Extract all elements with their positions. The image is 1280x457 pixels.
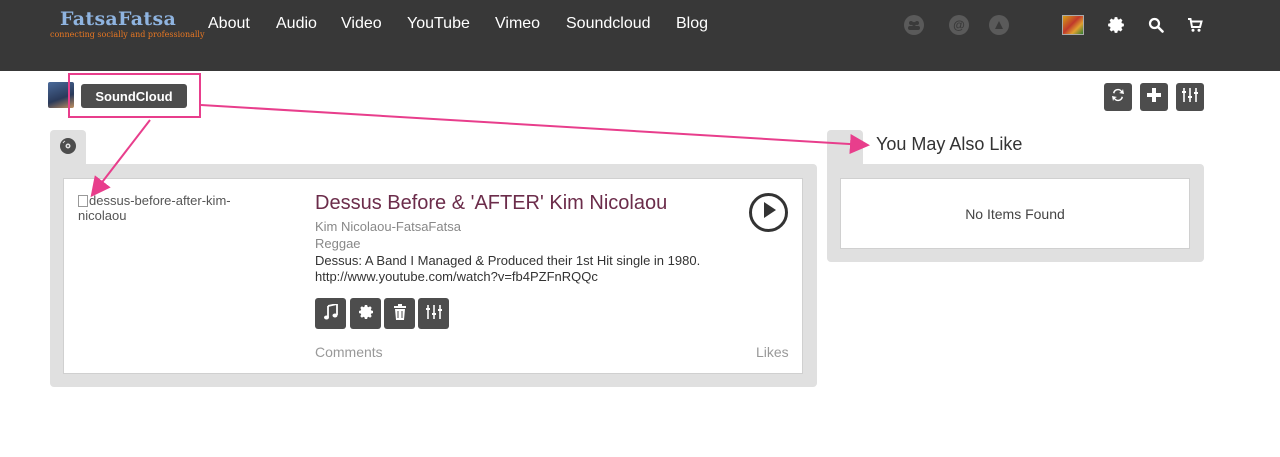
nav-link-vimeo[interactable]: Vimeo <box>495 15 540 33</box>
logo-tagline: connecting socially and professionally <box>50 30 205 39</box>
sliders-icon <box>1181 87 1199 108</box>
plus-icon <box>1146 87 1162 108</box>
add-button[interactable] <box>1140 83 1168 111</box>
track-description: Dessus: A Band I Managed & Produced thei… <box>315 253 701 284</box>
flag-avatar-icon[interactable] <box>1062 14 1084 36</box>
track-artist[interactable]: Kim Nicolaou-FatsaFatsa <box>315 219 461 234</box>
logo-title: FatsaFatsa <box>60 8 177 30</box>
track-title[interactable]: Dessus Before & 'AFTER' Kim Nicolaou <box>315 192 667 215</box>
nav-link-video[interactable]: Video <box>341 15 382 33</box>
groups-icon[interactable] <box>903 14 925 36</box>
play-button[interactable] <box>749 193 788 232</box>
refresh-button[interactable] <box>1104 83 1132 111</box>
gear-icon <box>358 304 374 324</box>
recommendations-heading: You May Also Like <box>876 134 1023 154</box>
nav-link-soundcloud[interactable]: Soundcloud <box>566 15 651 33</box>
nav-link-blog[interactable]: Blog <box>676 15 708 33</box>
track-settings-button[interactable] <box>350 298 381 329</box>
recommendations-empty-state: No Items Found <box>840 178 1190 249</box>
refresh-icon <box>1110 87 1126 108</box>
play-icon <box>761 201 777 224</box>
track-genre: Reggae <box>315 236 361 251</box>
nav-link-about[interactable]: About <box>208 15 250 33</box>
broken-image-icon <box>78 195 88 207</box>
annotation-highlight-box <box>68 73 201 118</box>
vinyl-record-icon <box>59 137 77 160</box>
top-navigation-bar: FatsaFatsa connecting socially and profe… <box>0 0 1280 71</box>
annotation-arrow-to-sidebar <box>200 104 870 155</box>
recommendations-tab <box>827 130 863 166</box>
delete-button[interactable] <box>384 298 415 329</box>
trash-icon <box>393 303 407 324</box>
music-button[interactable] <box>315 298 346 329</box>
likes-link[interactable]: Likes <box>756 344 789 360</box>
track-artwork-alt: dessus-before-after-kim-nicolaou <box>78 193 231 223</box>
track-artwork-image[interactable]: dessus-before-after-kim-nicolaou <box>78 193 278 223</box>
gear-icon[interactable] <box>1105 14 1127 36</box>
search-icon[interactable] <box>1145 14 1167 36</box>
site-logo[interactable]: FatsaFatsa connecting socially and profe… <box>50 8 205 42</box>
sliders-icon <box>425 304 443 324</box>
music-icon <box>323 302 338 324</box>
nav-link-audio[interactable]: Audio <box>276 15 317 33</box>
track-sliders-button[interactable] <box>418 298 449 329</box>
nav-link-youtube[interactable]: YouTube <box>407 15 470 33</box>
notification-icon[interactable] <box>988 14 1010 36</box>
soundcloud-tab[interactable] <box>50 130 86 166</box>
at-icon[interactable]: @ <box>948 14 970 36</box>
comments-link[interactable]: Comments <box>315 344 383 360</box>
settings-sliders-button[interactable] <box>1176 83 1204 111</box>
cart-icon[interactable] <box>1184 14 1206 36</box>
